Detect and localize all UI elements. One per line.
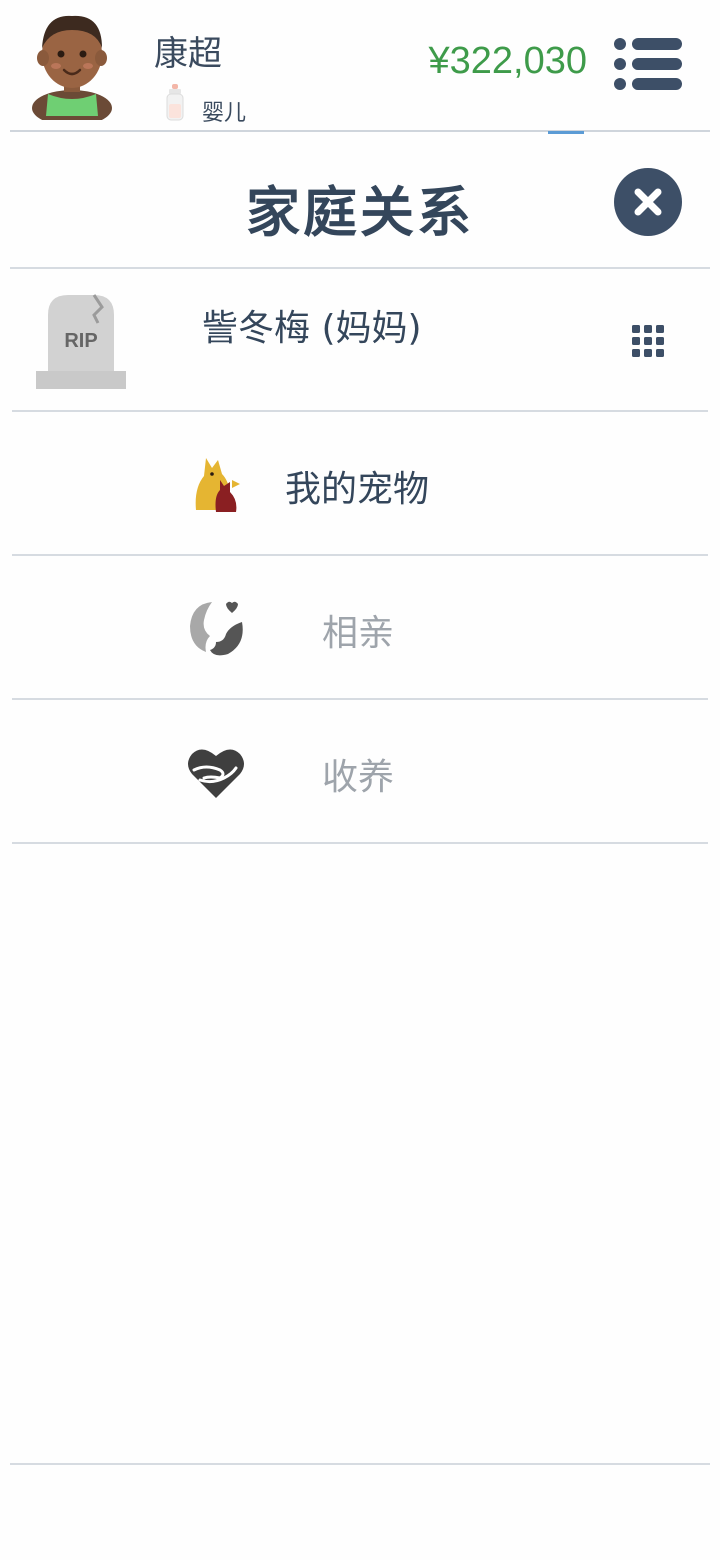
money-balance: ¥322,030 (428, 40, 588, 82)
grid-menu-icon[interactable] (630, 323, 666, 359)
baby-bottle-icon (166, 84, 184, 121)
status-header: 康超 婴儿 ¥322,030 (0, 0, 720, 134)
relation-row-mother[interactable]: RIP 訾冬梅 (妈妈) (12, 269, 708, 412)
relation-row-adopt[interactable]: 收养 (12, 700, 708, 843)
adopt-heart-hands-icon (188, 749, 244, 798)
header-divider (10, 130, 710, 132)
relation-row-pets[interactable]: 我的宠物 (12, 412, 708, 555)
panel-header: 家庭关系 (0, 134, 720, 267)
pets-label: 我的宠物 (285, 469, 430, 510)
family-relations-screen: 康超 婴儿 ¥322,030 家庭关系 RIP 訾冬梅 (妈妈) 我的宠物 相亲… (0, 0, 720, 1560)
baby-avatar-icon[interactable] (26, 8, 118, 120)
adopt-label: 收养 (322, 757, 395, 798)
close-button[interactable] (614, 168, 682, 236)
menu-list-icon[interactable] (612, 36, 684, 92)
close-icon[interactable] (614, 168, 682, 236)
pet-dog-cat-icon (195, 458, 240, 512)
character-name: 康超 (154, 34, 222, 74)
blind-date-label: 相亲 (322, 613, 395, 654)
tombstone-rip-icon: RIP (36, 294, 126, 389)
footer-divider (10, 1463, 710, 1465)
row-divider (12, 842, 708, 844)
mother-name: 訾冬梅 (妈妈) (202, 308, 422, 349)
relation-row-blind-date[interactable]: 相亲 (12, 556, 708, 699)
life-stage-label: 婴儿 (202, 101, 247, 126)
blind-date-faces-icon (190, 601, 243, 656)
panel-title: 家庭关系 (246, 181, 474, 244)
tombstone-text: RIP (64, 330, 97, 352)
